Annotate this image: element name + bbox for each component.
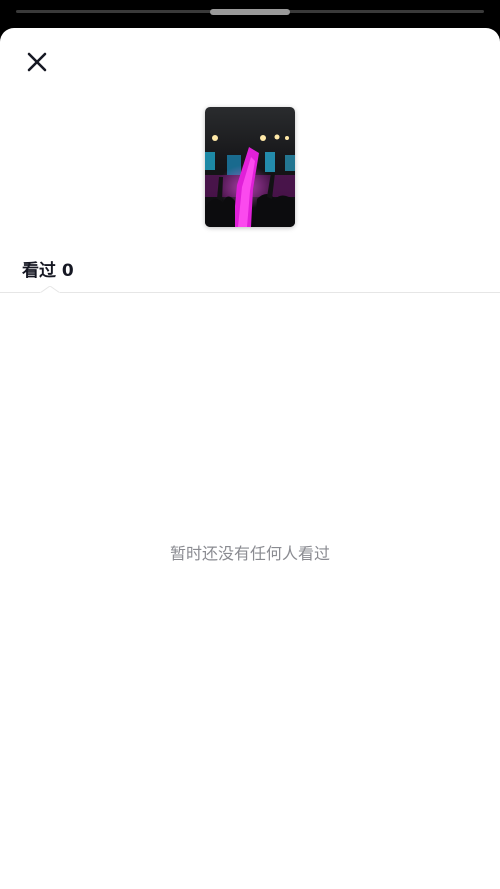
- close-icon: [27, 52, 47, 72]
- caret-up-icon: [40, 286, 60, 294]
- tab-divider: [0, 292, 500, 293]
- concert-photo-thumbnail: [205, 107, 295, 227]
- seen-count: 0: [61, 261, 74, 281]
- story-thumbnail[interactable]: [205, 107, 295, 227]
- empty-state-message: 暂时还没有任何人看过: [169, 544, 330, 563]
- viewers-bottom-sheet: 看过 0 暂时还没有任何人看过: [0, 28, 500, 889]
- close-button[interactable]: [20, 45, 54, 79]
- sheet-drag-handle[interactable]: [210, 9, 290, 15]
- seen-tab-label: 看过: [22, 261, 56, 281]
- tab-seen[interactable]: 看过 0: [22, 256, 74, 281]
- story-viewer-screen: 看过 0 暂时还没有任何人看过: [0, 0, 500, 889]
